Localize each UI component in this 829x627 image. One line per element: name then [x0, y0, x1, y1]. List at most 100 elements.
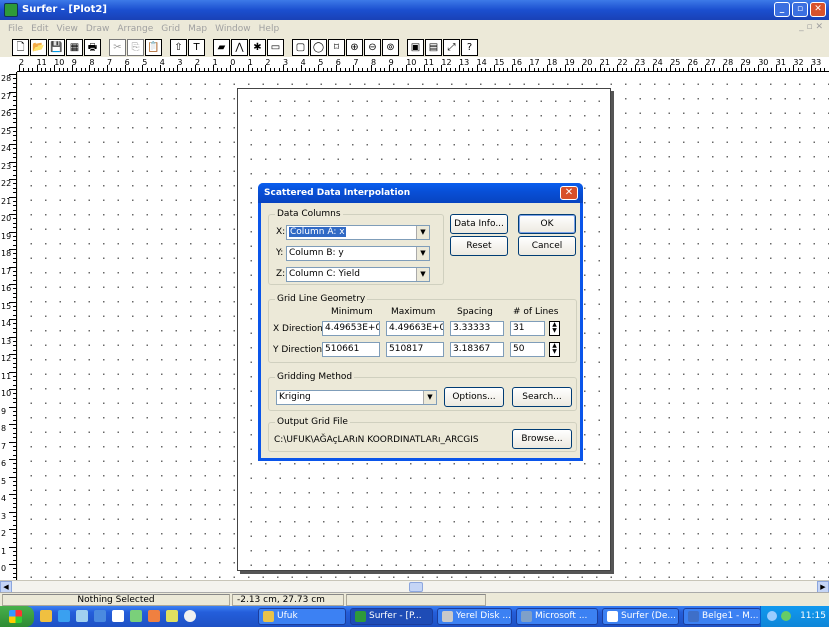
y-minimum-input[interactable]: 510661: [322, 342, 380, 357]
zoom-out-icon[interactable]: ⊖: [364, 38, 381, 56]
chevron-down-icon[interactable]: ▼: [416, 226, 429, 239]
reshape-icon[interactable]: ⌑: [328, 38, 345, 56]
browser-icon[interactable]: [58, 610, 70, 622]
ruler-tick: [489, 68, 491, 71]
tray-status-icon[interactable]: [781, 611, 791, 621]
rounded-rectangle-icon[interactable]: ▢: [292, 38, 309, 56]
options-button[interactable]: Options...: [444, 387, 504, 407]
open-icon[interactable]: 📂: [30, 38, 47, 56]
menu-file[interactable]: File: [4, 24, 27, 34]
polyline-icon[interactable]: ⋀: [231, 38, 248, 56]
ruler-tick: [824, 68, 826, 71]
menu-view[interactable]: View: [53, 24, 82, 34]
x-lines-spinner-icon[interactable]: ▲ ▼: [549, 321, 560, 336]
help-icon[interactable]: ?: [461, 38, 478, 56]
menu-grid[interactable]: Grid: [157, 24, 184, 34]
taskbar-button[interactable]: Microsoft ...: [516, 608, 598, 625]
select-arrow-icon[interactable]: ⇧: [170, 38, 187, 56]
scroll-thumb[interactable]: [409, 582, 423, 592]
chevron-down-icon[interactable]: ▼: [423, 391, 436, 404]
print-icon[interactable]: 🖶: [84, 38, 101, 56]
copy-icon[interactable]: ⎘: [127, 38, 144, 56]
x-maximum-input[interactable]: 4.49663E+0: [386, 321, 444, 336]
media-icon[interactable]: [148, 610, 160, 622]
vector-map-icon[interactable]: ⤢: [443, 38, 460, 56]
ruler-label: 22: [617, 58, 628, 67]
post-map-icon[interactable]: ▣: [407, 38, 424, 56]
chevron-down-icon[interactable]: ▼: [416, 247, 429, 260]
y-maximum-input[interactable]: 510817: [386, 342, 444, 357]
menu-edit[interactable]: Edit: [27, 24, 52, 34]
taskbar-button[interactable]: Yerel Disk ...: [437, 608, 512, 625]
cut-icon[interactable]: ✂: [109, 38, 126, 56]
y-lines-input[interactable]: 50: [510, 342, 545, 357]
paste-icon[interactable]: 📋: [145, 38, 162, 56]
z-column-select[interactable]: Column C: Yield ▼: [286, 267, 430, 282]
horizontal-scrollbar[interactable]: ◀ ▶: [0, 580, 829, 593]
polygon-icon[interactable]: ▰: [213, 38, 230, 56]
taskbar-button[interactable]: Surfer (De...: [602, 608, 679, 625]
ruler-tick: [13, 327, 16, 329]
spreadsheet-icon[interactable]: [130, 610, 142, 622]
tool-icon[interactable]: [166, 610, 178, 622]
text-icon[interactable]: T: [188, 38, 205, 56]
ruler-tick: [195, 65, 196, 71]
contour-map-icon[interactable]: ⊚: [382, 38, 399, 56]
menu-map[interactable]: Map: [184, 24, 211, 34]
desktop-icon[interactable]: [76, 610, 88, 622]
x-lines-input[interactable]: 31: [510, 321, 545, 336]
taskbar-button[interactable]: Belge1 - M...: [683, 608, 761, 625]
symbol-icon[interactable]: ✱: [249, 38, 266, 56]
start-button[interactable]: [0, 606, 34, 627]
ruler-tick: [93, 68, 95, 71]
media-player-icon[interactable]: [184, 610, 196, 622]
menu-draw[interactable]: Draw: [82, 24, 114, 34]
cancel-button[interactable]: Cancel: [518, 236, 576, 256]
y-spacing-input[interactable]: 3.18367: [450, 342, 504, 357]
new-icon[interactable]: 🗋: [12, 38, 29, 56]
search-button[interactable]: Search...: [512, 387, 572, 407]
taskbar-button[interactable]: Surfer - [P...: [350, 608, 433, 625]
ruler-tick: [89, 65, 91, 71]
ruler-tick: [9, 284, 16, 285]
document-window-controls[interactable]: _ ▫ ✕: [799, 22, 823, 32]
dialog-close-button[interactable]: ✕: [560, 186, 578, 200]
data-info-button[interactable]: Data Info...: [450, 214, 508, 234]
browse-button[interactable]: Browse...: [512, 429, 572, 449]
chevron-down-icon[interactable]: ▼: [416, 268, 429, 281]
ruler-tick: [463, 68, 465, 71]
ruler-tick: [155, 68, 157, 71]
document-icon[interactable]: [112, 610, 124, 622]
close-button[interactable]: ✕: [810, 2, 826, 17]
network-icon[interactable]: [767, 611, 777, 621]
grid-table-icon[interactable]: ▦: [66, 38, 83, 56]
ruler-tick: [27, 68, 29, 71]
taskbar-app-icon: [442, 611, 453, 622]
menu-help[interactable]: Help: [255, 24, 284, 34]
y-column-select[interactable]: Column B: y ▼: [286, 246, 430, 261]
ruler-tick: [13, 367, 16, 369]
y-lines-spinner-icon[interactable]: ▲ ▼: [549, 342, 560, 357]
quicklaunch-icon[interactable]: [40, 610, 52, 622]
taskbar-button[interactable]: Ufuk: [258, 608, 346, 625]
ruler-tick: [529, 65, 531, 71]
zoom-in-icon[interactable]: ⊕: [346, 38, 363, 56]
maximize-button[interactable]: ▫: [792, 2, 808, 17]
base-map-icon[interactable]: ▤: [425, 38, 442, 56]
ok-button[interactable]: OK: [518, 214, 576, 234]
rectangle-icon[interactable]: ▭: [267, 38, 284, 56]
x-spacing-input[interactable]: 3.33333: [450, 321, 504, 336]
menu-window[interactable]: Window: [211, 24, 255, 34]
x-column-select[interactable]: Column A: x ▼: [286, 225, 430, 240]
ruler-tick: [599, 65, 601, 71]
reset-button[interactable]: Reset: [450, 236, 508, 256]
minimize-button[interactable]: _: [774, 2, 790, 17]
quicklaunch-icon[interactable]: [94, 610, 106, 622]
save-icon[interactable]: 💾: [48, 38, 65, 56]
gridding-method-select[interactable]: Kriging ▼: [276, 390, 437, 405]
ellipse-icon[interactable]: ◯: [310, 38, 327, 56]
x-minimum-input[interactable]: 4.49653E+0: [322, 321, 380, 336]
menu-arrange[interactable]: Arrange: [113, 24, 157, 34]
ruler-tick: [758, 65, 760, 71]
ruler-tick: [472, 68, 474, 71]
